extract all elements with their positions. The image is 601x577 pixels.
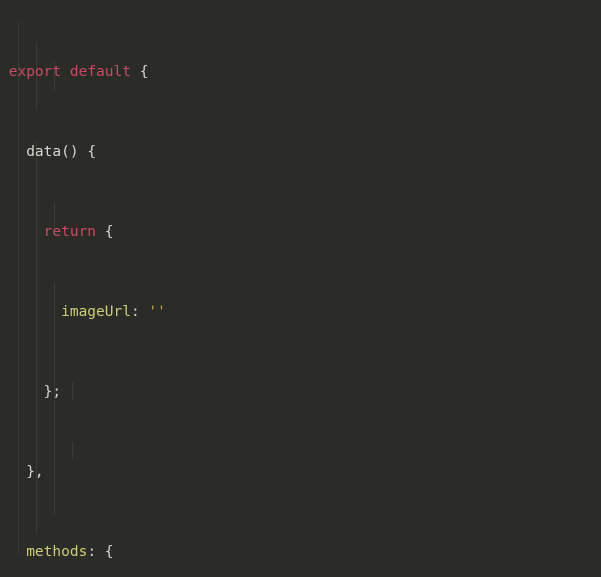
token-open-brace: { (104, 544, 114, 560)
token-imageurl-prop: imageUrl (61, 304, 131, 320)
code-editor-pane[interactable]: export default { data() { return { image… (0, 0, 601, 577)
token-return: return (43, 224, 97, 240)
token-default: default (69, 64, 131, 80)
code-line-7[interactable]: methods: { (0, 542, 601, 562)
token-colon: : (130, 304, 140, 320)
code-line-4[interactable]: imageUrl: '' (0, 302, 601, 322)
token-open-brace: { (104, 224, 114, 240)
token-open-brace: { (87, 144, 97, 160)
code-line-1[interactable]: export default { (0, 62, 601, 82)
token-methods-prop: methods (26, 544, 88, 560)
token-close-brace-comma: }, (26, 464, 44, 480)
code-line-3[interactable]: return { (0, 222, 601, 242)
code-line-2[interactable]: data() { (0, 142, 601, 162)
token-export: export (8, 64, 62, 80)
code-text[interactable]: export default { data() { return { image… (0, 0, 601, 577)
code-line-6[interactable]: }, (0, 462, 601, 482)
token-open-brace: { (139, 64, 149, 80)
token-close-brace-semi: }; (43, 384, 62, 400)
token-parens: () (61, 144, 79, 160)
code-line-5[interactable]: }; (0, 382, 601, 402)
token-colon: : (87, 544, 97, 560)
token-empty-string: '' (148, 304, 166, 320)
token-data-fn: data (26, 144, 62, 160)
